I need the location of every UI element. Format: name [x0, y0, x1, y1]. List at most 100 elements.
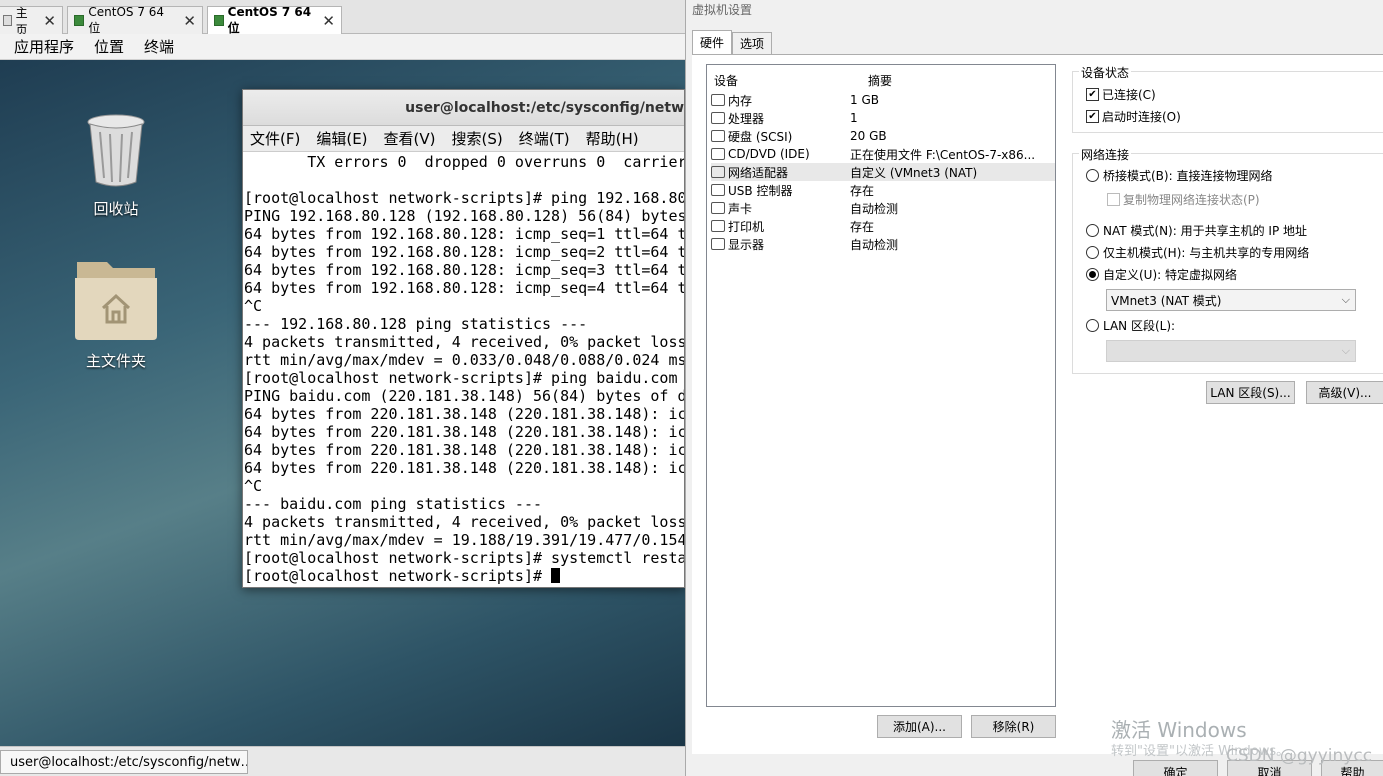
terminal-title-bar[interactable]: user@localhost:/etc/sysconfig/netw	[243, 90, 684, 126]
device-summary: 自动检测	[850, 237, 899, 252]
tab-centos-2[interactable]: CentOS 7 64 位 ✕	[207, 5, 342, 35]
replicate-label: 复制物理网络连接状态(P)	[1123, 193, 1260, 207]
device-status-title: 设备状态	[1079, 64, 1132, 81]
lan-radio[interactable]	[1086, 319, 1099, 332]
custom-option[interactable]: 自定义(U): 特定虚拟网络	[1086, 266, 1237, 283]
terminal-line: [root@localhost network-scripts]# system…	[244, 549, 684, 567]
replicate-checkbox	[1107, 193, 1120, 206]
bridged-radio[interactable]	[1086, 169, 1099, 182]
taskbar-terminal-item[interactable]: user@localhost:/etc/sysconfig/netw…	[0, 750, 248, 774]
menu-file[interactable]: 文件(F)	[250, 128, 300, 149]
terminal-menubar: 文件(F) 编辑(E) 查看(V) 搜索(S) 终端(T) 帮助(H)	[243, 126, 684, 152]
connect-on-power-option[interactable]: ✔ 启动时连接(O)	[1086, 108, 1181, 125]
menu-help[interactable]: 帮助(H)	[586, 128, 639, 149]
applications-menu[interactable]: 应用程序	[14, 36, 74, 57]
device-name-cell: 处理器	[711, 110, 850, 127]
device-row[interactable]: 声卡 自动检测	[711, 199, 1055, 217]
menu-search[interactable]: 搜索(S)	[452, 128, 503, 149]
dialog-tabs: 硬件 选项	[692, 30, 773, 54]
terminal-line: 64 bytes from 220.181.38.148 (220.181.38…	[244, 441, 684, 459]
hard-disk-icon	[711, 130, 725, 142]
nat-radio[interactable]	[1086, 224, 1099, 237]
lan-segment-select: ⌵	[1106, 340, 1356, 362]
terminal-prompt: [root@localhost network-scripts]#	[244, 567, 552, 585]
menu-terminal[interactable]: 终端(T)	[519, 128, 570, 149]
connect-on-power-checkbox[interactable]: ✔	[1086, 110, 1099, 123]
text-cursor	[551, 568, 561, 583]
csdn-watermark: CSDN @gyyinycc	[1226, 746, 1373, 766]
custom-radio[interactable]	[1086, 268, 1099, 281]
trash-label: 回收站	[93, 200, 139, 218]
close-icon[interactable]: ✕	[322, 12, 335, 30]
hostonly-radio[interactable]	[1086, 246, 1099, 259]
lan-segments-button[interactable]: LAN 区段(S)...	[1206, 381, 1295, 404]
device-row[interactable]: 打印机 存在	[711, 217, 1055, 235]
lan-option[interactable]: LAN 区段(L):	[1086, 317, 1175, 334]
hostonly-label: 仅主机模式(H): 与主机共享的专用网络	[1103, 246, 1310, 260]
device-list[interactable]: 设备 摘要 内存 1 GB 处理器 1 硬盘 (SCSI) 20 GB CD/DVD (ID…	[706, 64, 1056, 707]
bridged-option[interactable]: 桥接模式(B): 直接连接物理网络	[1086, 167, 1272, 184]
replicate-option: 复制物理网络连接状态(P)	[1107, 191, 1260, 208]
terminal-window[interactable]: user@localhost:/etc/sysconfig/netw 文件(F)…	[242, 89, 685, 588]
device-summary: 正在使用文件 F:\CentOS-7-x86...	[850, 147, 1036, 162]
device-row[interactable]: USB 控制器 存在	[711, 181, 1055, 199]
connected-option[interactable]: ✔ 已连接(C)	[1086, 86, 1156, 103]
tab-options[interactable]: 选项	[732, 32, 773, 54]
terminal-line: 4 packets transmitted, 4 received, 0% pa…	[244, 513, 684, 531]
cpu-icon	[711, 112, 725, 124]
tab-centos-1[interactable]: CentOS 7 64 位 ✕	[67, 5, 203, 35]
terminal-output[interactable]: TX errors 0 dropped 0 overruns 0 carrier…	[243, 152, 684, 589]
close-icon[interactable]: ✕	[183, 12, 196, 30]
terminal-line: 64 bytes from 192.168.80.128: icmp_seq=4…	[244, 279, 684, 297]
terminal-line: 64 bytes from 220.181.38.148 (220.181.38…	[244, 423, 684, 441]
device-row[interactable]: 处理器 1	[711, 109, 1055, 127]
device-column-header[interactable]: 设备	[714, 72, 738, 89]
menu-view[interactable]: 查看(V)	[384, 128, 436, 149]
terminal-line: PING 192.168.80.128 (192.168.80.128) 56(…	[244, 207, 684, 225]
summary-column-header[interactable]: 摘要	[868, 72, 892, 89]
device-name: 处理器	[728, 111, 765, 126]
tab-hardware[interactable]: 硬件	[692, 30, 733, 54]
bridged-label: 桥接模式(B): 直接连接物理网络	[1103, 169, 1273, 183]
home-folder-label: 主文件夹	[85, 352, 146, 370]
terminal-line: PING baidu.com (220.181.38.148) 56(84) b…	[244, 387, 684, 405]
device-row[interactable]: 网络适配器 自定义 (VMnet3 (NAT)	[711, 163, 1055, 181]
lan-label: LAN 区段(L):	[1103, 319, 1176, 333]
custom-label: 自定义(U): 特定虚拟网络	[1103, 268, 1238, 282]
device-name-cell: CD/DVD (IDE)	[711, 147, 850, 161]
custom-network-select[interactable]: VMnet3 (NAT 模式) ⌵	[1106, 289, 1356, 311]
terminal-line: 64 bytes from 220.181.38.148 (220.181.38…	[244, 405, 684, 423]
device-summary: 自定义 (VMnet3 (NAT)	[850, 165, 978, 180]
add-button[interactable]: 添加(A)...	[877, 715, 962, 738]
vm-settings-dialog: 虚拟机设置 硬件 选项 设备 摘要 内存 1 GB 处理器 1 硬盘 (SCSI) 20 …	[685, 0, 1383, 776]
device-summary: 存在	[850, 183, 875, 198]
home-folder-desktop-icon[interactable]: 主文件夹	[66, 256, 166, 371]
tab-home[interactable]: 主页 ✕	[0, 6, 63, 37]
nat-option[interactable]: NAT 模式(N): 用于共享主机的 IP 地址	[1086, 222, 1307, 239]
terminal-menu[interactable]: 终端	[144, 36, 174, 57]
device-name-cell: 网络适配器	[711, 164, 850, 181]
menu-edit[interactable]: 编辑(E)	[316, 128, 367, 149]
trash-desktop-icon[interactable]: 回收站	[66, 112, 166, 219]
device-name-cell: 硬盘 (SCSI)	[711, 128, 850, 145]
terminal-line: 64 bytes from 192.168.80.128: icmp_seq=3…	[244, 261, 684, 279]
close-icon[interactable]: ✕	[43, 12, 56, 30]
device-summary: 1	[850, 111, 858, 125]
places-menu[interactable]: 位置	[94, 36, 124, 57]
vm-icon	[74, 15, 85, 26]
custom-network-value: VMnet3 (NAT 模式)	[1111, 293, 1222, 308]
network-connection-title: 网络连接	[1079, 146, 1132, 163]
terminal-title: user@localhost:/etc/sysconfig/netw	[405, 99, 684, 116]
advanced-button[interactable]: 高级(V)...	[1306, 381, 1383, 404]
device-name-cell: 内存	[711, 92, 850, 109]
device-row[interactable]: 内存 1 GB	[711, 91, 1055, 109]
device-row[interactable]: 硬盘 (SCSI) 20 GB	[711, 127, 1055, 145]
hostonly-option[interactable]: 仅主机模式(H): 与主机共享的专用网络	[1086, 244, 1309, 261]
device-row[interactable]: 显示器 自动检测	[711, 235, 1055, 253]
remove-button[interactable]: 移除(R)	[971, 715, 1056, 738]
ok-button[interactable]: 确定	[1133, 760, 1218, 776]
device-row[interactable]: CD/DVD (IDE) 正在使用文件 F:\CentOS-7-x86...	[711, 145, 1055, 163]
terminal-line: 64 bytes from 192.168.80.128: icmp_seq=2…	[244, 243, 684, 261]
connected-checkbox[interactable]: ✔	[1086, 88, 1099, 101]
